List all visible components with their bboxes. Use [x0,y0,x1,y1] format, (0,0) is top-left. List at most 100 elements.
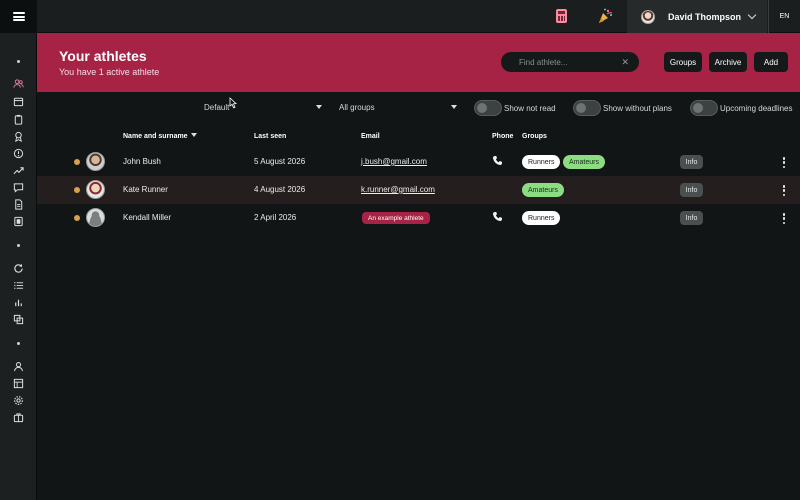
menu-button[interactable] [0,0,37,33]
sidebar-section-dot [17,342,20,345]
group-select-value: All groups [339,103,375,112]
toggle-label-show-without-plans: Show without plans [603,104,672,113]
document-icon [15,199,23,210]
status-dot [74,187,80,193]
column-header-phone: Phone [492,133,514,140]
sidebar-item-videos[interactable] [12,215,25,228]
column-header-groups: Groups [522,133,547,140]
sidebar-item-settings[interactable] [12,394,25,407]
copy-icon [13,314,24,325]
sidebar-item-layout[interactable] [12,377,25,390]
athlete-name[interactable]: John Bush [123,157,161,166]
last-seen: 2 April 2026 [254,213,297,222]
table-row[interactable]: Kate Runner 4 August 2026 k.runner@gmail… [37,176,800,204]
group-tag-amateurs[interactable]: Amateurs [563,155,605,169]
sidebar-item-calendar[interactable] [12,95,25,108]
film-icon [14,216,23,227]
sort-down-icon [190,133,197,137]
gear-icon [14,396,23,405]
sidebar-item-list[interactable] [12,279,25,292]
sidebar-item-documents[interactable] [12,198,25,211]
athlete-name[interactable]: Kate Runner [123,185,168,194]
toggle-label-show-not-read: Show not read [504,104,556,113]
example-athlete-badge: An example athlete [362,212,430,224]
clipboard-icon [14,114,23,125]
bar-chart-icon [15,299,22,307]
calendar-icon [13,97,24,107]
athlete-name[interactable]: Kendall Miller [123,213,171,222]
column-header-last-seen: Last seen [254,133,287,140]
avatar [86,152,105,171]
sidebar [0,33,37,500]
sort-select-value: Default [204,103,230,112]
hamburger-icon [12,12,25,21]
avatar [86,208,105,227]
search-input[interactable] [519,56,615,68]
sidebar-item-plans[interactable] [12,113,25,126]
sidebar-item-stats[interactable] [12,296,25,309]
sidebar-section-dot [17,244,20,247]
chevron-down-icon [747,10,757,20]
phone-icon[interactable] [492,211,503,222]
sidebar-item-alerts[interactable] [12,147,25,160]
sidebar-section-dot [17,60,20,63]
sidebar-item-athletes[interactable] [12,77,25,90]
groups-button[interactable]: Groups [664,52,702,72]
last-seen: 4 August 2026 [254,185,306,194]
column-header-name-label: Name and surname [123,133,188,140]
column-header-email: Email [361,133,380,140]
top-bar: David Thompson EN [0,0,800,33]
close-icon[interactable]: ✕ [621,56,629,68]
group-tag-amateurs[interactable]: Amateurs [522,183,564,197]
info-button[interactable]: Info [680,155,703,169]
toggle-label-upcoming-deadlines: Upcoming deadlines [720,104,793,113]
more-options-icon[interactable] [782,213,786,224]
layout-icon [13,378,24,389]
trending-up-icon [13,167,24,175]
page-subtitle: You have 1 active athlete [59,67,160,77]
language-selector[interactable]: EN [768,0,800,33]
group-tag-runners[interactable]: Runners [522,211,561,225]
group-tag-runners[interactable]: Runners [522,155,561,169]
status-dot [74,215,80,221]
table-row[interactable]: John Bush 5 August 2026 j.bush@gmail.com… [37,148,800,176]
sidebar-item-profile[interactable] [12,360,25,373]
column-header-name[interactable]: Name and surname [123,133,197,140]
sidebar-item-sync[interactable] [12,262,25,275]
calculator-icon[interactable] [556,9,567,23]
sidebar-item-copy[interactable] [12,313,25,326]
sidebar-item-messages[interactable] [12,181,25,194]
user-menu[interactable]: David Thompson [627,0,767,33]
list-icon [14,282,24,289]
email-link[interactable]: k.runner@gmail.com [361,185,435,194]
search-box: ✕ [501,52,639,72]
mouse-cursor-icon [229,97,237,109]
chevron-down-icon [316,105,322,109]
chevron-down-icon [451,105,457,109]
party-popper-icon[interactable] [596,7,614,25]
sidebar-item-progress[interactable] [12,164,25,177]
users-icon [13,79,24,88]
sidebar-item-business[interactable] [12,411,25,424]
add-button[interactable]: Add [754,52,788,72]
info-button[interactable]: Info [680,183,703,197]
page-title: Your athletes [59,48,147,64]
info-button[interactable]: Info [680,211,703,225]
page-header: Your athletes You have 1 active athlete … [37,33,800,92]
status-dot [74,159,80,165]
sidebar-item-achievements[interactable] [12,130,25,143]
avatar [86,180,105,199]
toggle-upcoming-deadlines[interactable] [690,100,718,116]
table-row[interactable]: Kendall Miller 2 April 2026 An example a… [37,204,800,232]
more-options-icon[interactable] [782,185,786,196]
user-icon [14,362,23,372]
toggle-show-not-read[interactable] [474,100,502,116]
phone-icon[interactable] [492,155,503,166]
email-link[interactable]: j.bush@gmail.com [361,157,427,166]
refresh-icon [14,264,23,273]
archive-button[interactable]: Archive [709,52,747,72]
toggle-show-without-plans[interactable] [573,100,601,116]
more-options-icon[interactable] [782,157,786,168]
briefcase-icon [13,413,24,423]
message-icon [13,183,24,193]
